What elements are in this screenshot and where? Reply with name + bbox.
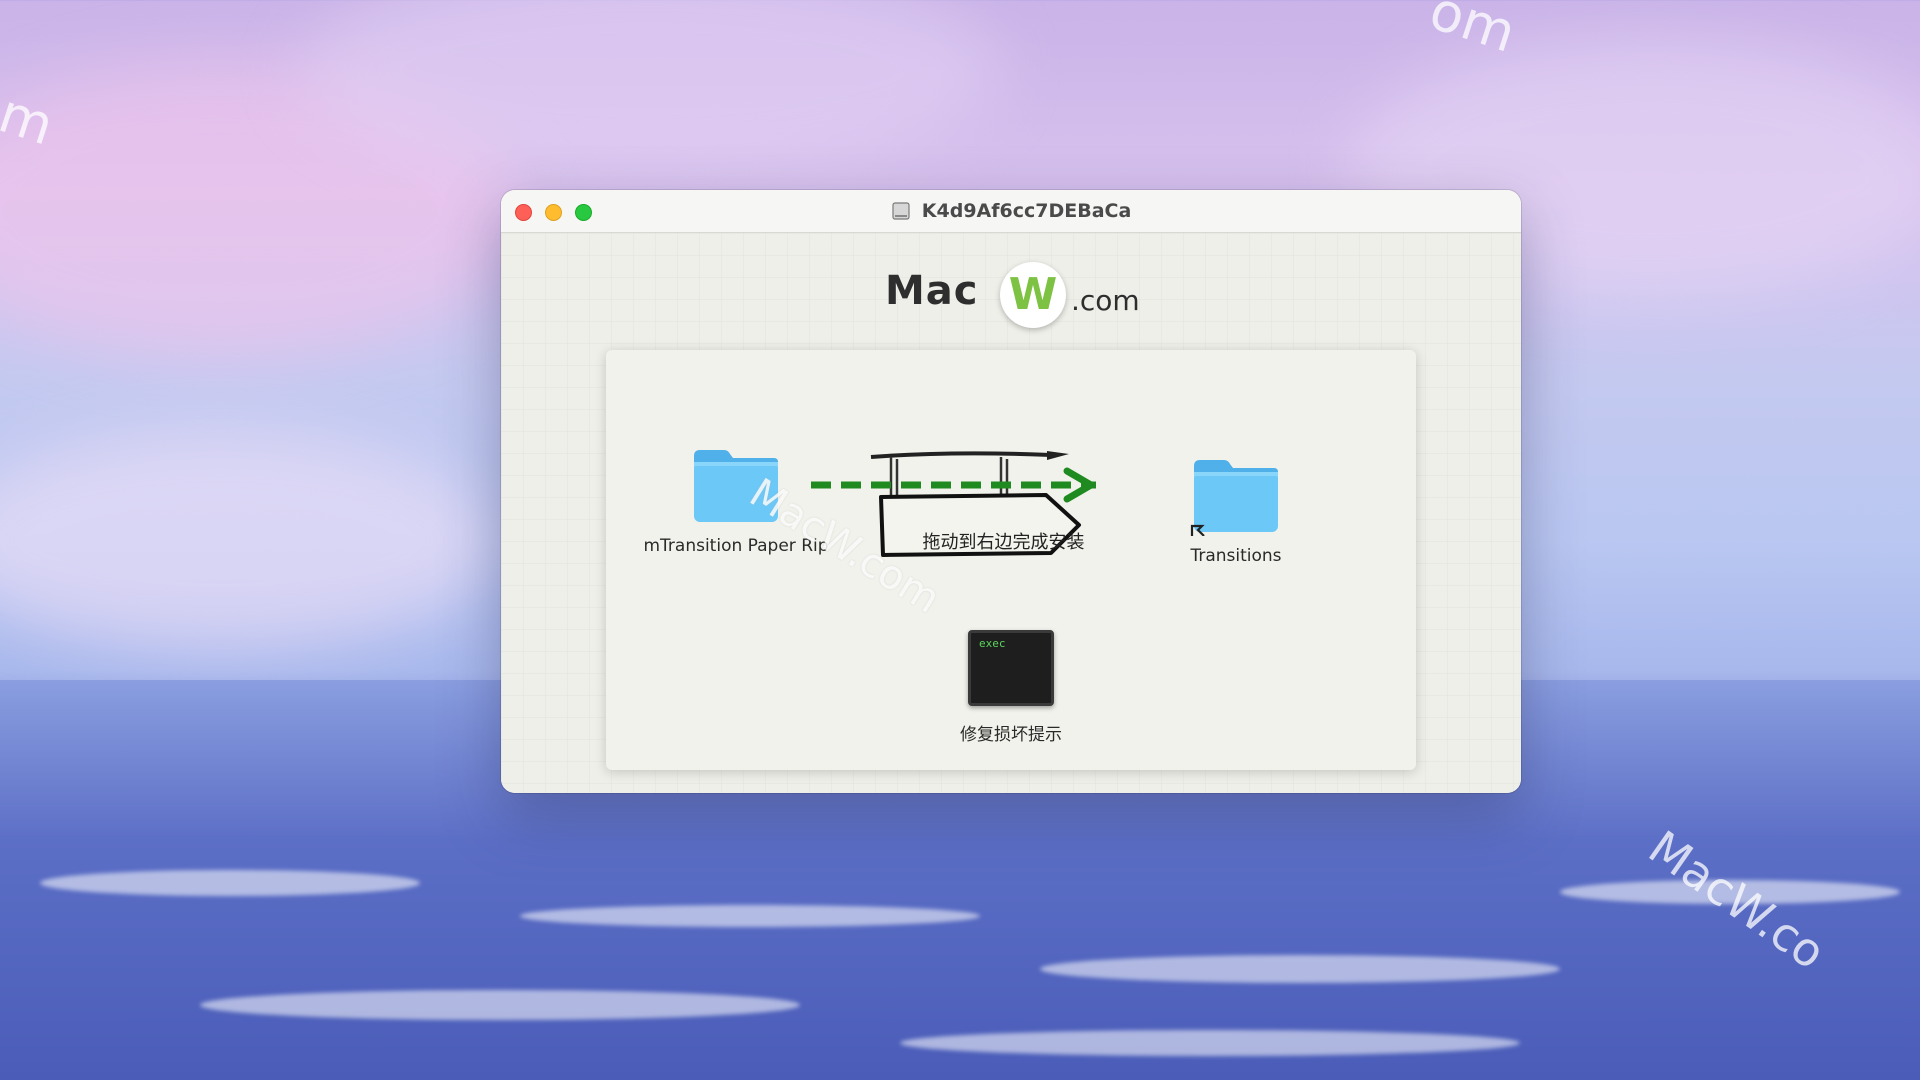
target-folder-label: Transitions [1190, 546, 1282, 566]
install-instruction: 拖动到右边完成安装 [922, 532, 1085, 553]
fix-damage-label: 修复损坏提示 [960, 725, 1062, 745]
window-title: K4d9Af6cc7DEBaCa [921, 200, 1132, 222]
folder-alias-icon [1190, 460, 1278, 536]
arrow-head-icon [1063, 467, 1095, 503]
installer-panel: mTransition Paper Rip 拖动到右边完成安装 Transiti… [606, 350, 1416, 770]
dmg-window: K4d9Af6cc7DEBaCa Mac W .com mTransition … [501, 190, 1521, 793]
applications-target-item[interactable]: Transitions [1171, 456, 1301, 566]
logo-brand-text: Mac [885, 268, 979, 314]
disk-image-icon [892, 202, 910, 220]
logo-badge: W [1000, 262, 1066, 328]
window-content: Mac W .com mTransition Paper Rip 拖动到右边完成… [501, 233, 1521, 793]
window-titlebar[interactable]: K4d9Af6cc7DEBaCa [501, 190, 1521, 233]
exec-badge: exec [979, 637, 1006, 650]
terminal-exec-icon: exec [968, 630, 1054, 706]
fix-damage-item[interactable]: exec 修复损坏提示 [926, 630, 1096, 745]
logo-suffix: .com [1071, 284, 1140, 317]
macw-logo: Mac W .com [885, 262, 1140, 332]
